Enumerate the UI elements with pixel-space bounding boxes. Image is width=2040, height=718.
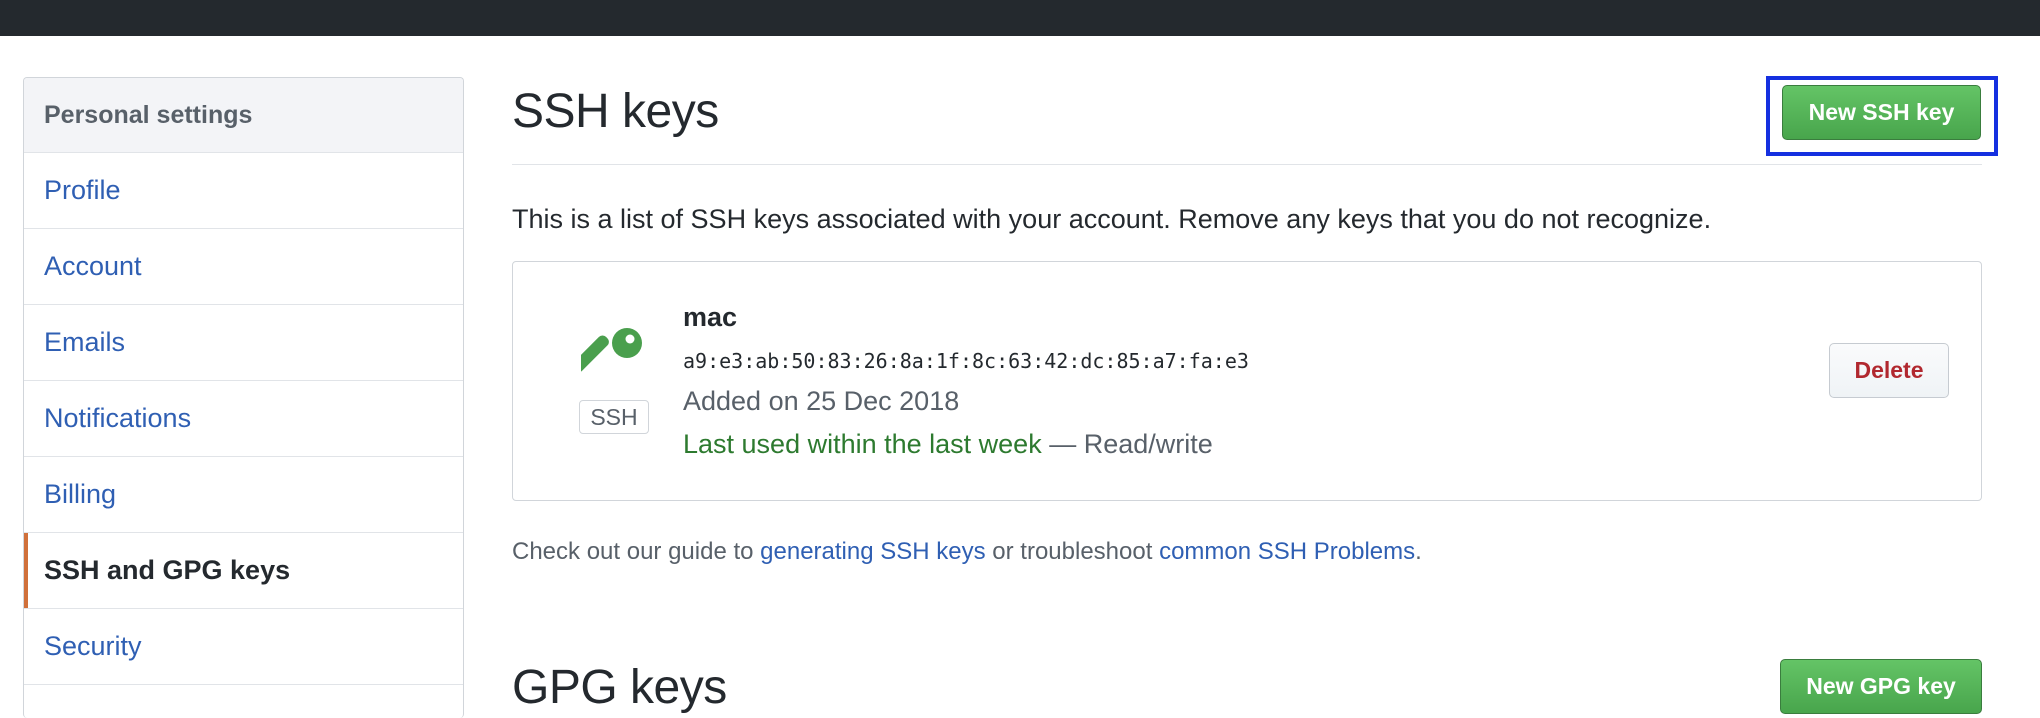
access-level: — Read/write (1049, 429, 1213, 459)
top-navigation-bar (0, 0, 2040, 36)
sidebar-item-security[interactable]: Security (24, 609, 463, 685)
ssh-badge: SSH (579, 400, 649, 434)
page-title: SSH keys (512, 85, 719, 138)
guide-prefix: Check out our guide to (512, 538, 761, 565)
sidebar-item-billing[interactable]: Billing (24, 457, 463, 533)
delete-key-button[interactable]: Delete (1829, 343, 1949, 398)
ssh-description: This is a list of SSH keys associated wi… (512, 204, 1712, 234)
sidebar-item-profile[interactable]: Profile (24, 153, 463, 229)
key-added-date: Added on 25 Dec 2018 (683, 386, 960, 416)
settings-sidebar: Personal settings Profile Account Emails… (23, 77, 464, 718)
sidebar-item-ssh-gpg-keys[interactable]: SSH and GPG keys (24, 533, 463, 609)
ssh-key-item: SSH mac a9:e3:ab:50:83:26:8a:1f:8c:63:42… (512, 261, 1982, 501)
sidebar-item-notifications[interactable]: Notifications (24, 381, 463, 457)
generating-ssh-keys-link[interactable]: generating SSH keys (760, 538, 985, 565)
guide-suffix: . (1415, 538, 1422, 565)
last-used-text: Last used within the last week (683, 429, 1042, 459)
sidebar-item-account[interactable]: Account (24, 229, 463, 305)
key-icon (581, 328, 642, 373)
guide-middle: or troubleshoot (985, 538, 1160, 565)
ssh-section-header: SSH keys New SSH key (512, 76, 1998, 165)
key-title: mac (683, 302, 738, 332)
common-ssh-problems-link[interactable]: common SSH Problems (1159, 538, 1415, 565)
gpg-section-title: GPG keys (512, 661, 727, 714)
sidebar-header: Personal settings (24, 78, 463, 153)
sidebar-item-emails[interactable]: Emails (24, 305, 463, 381)
new-ssh-key-button[interactable]: New SSH key (1782, 85, 1981, 140)
key-last-used: Last used within the last week — Read/wr… (683, 429, 1213, 460)
key-fingerprint: a9:e3:ab:50:83:26:8a:1f:8c:63:42:dc:85:a… (683, 349, 1249, 373)
ssh-guide-text: Check out our guide to generating SSH ke… (512, 538, 1422, 566)
new-gpg-key-button[interactable]: New GPG key (1780, 659, 1982, 714)
